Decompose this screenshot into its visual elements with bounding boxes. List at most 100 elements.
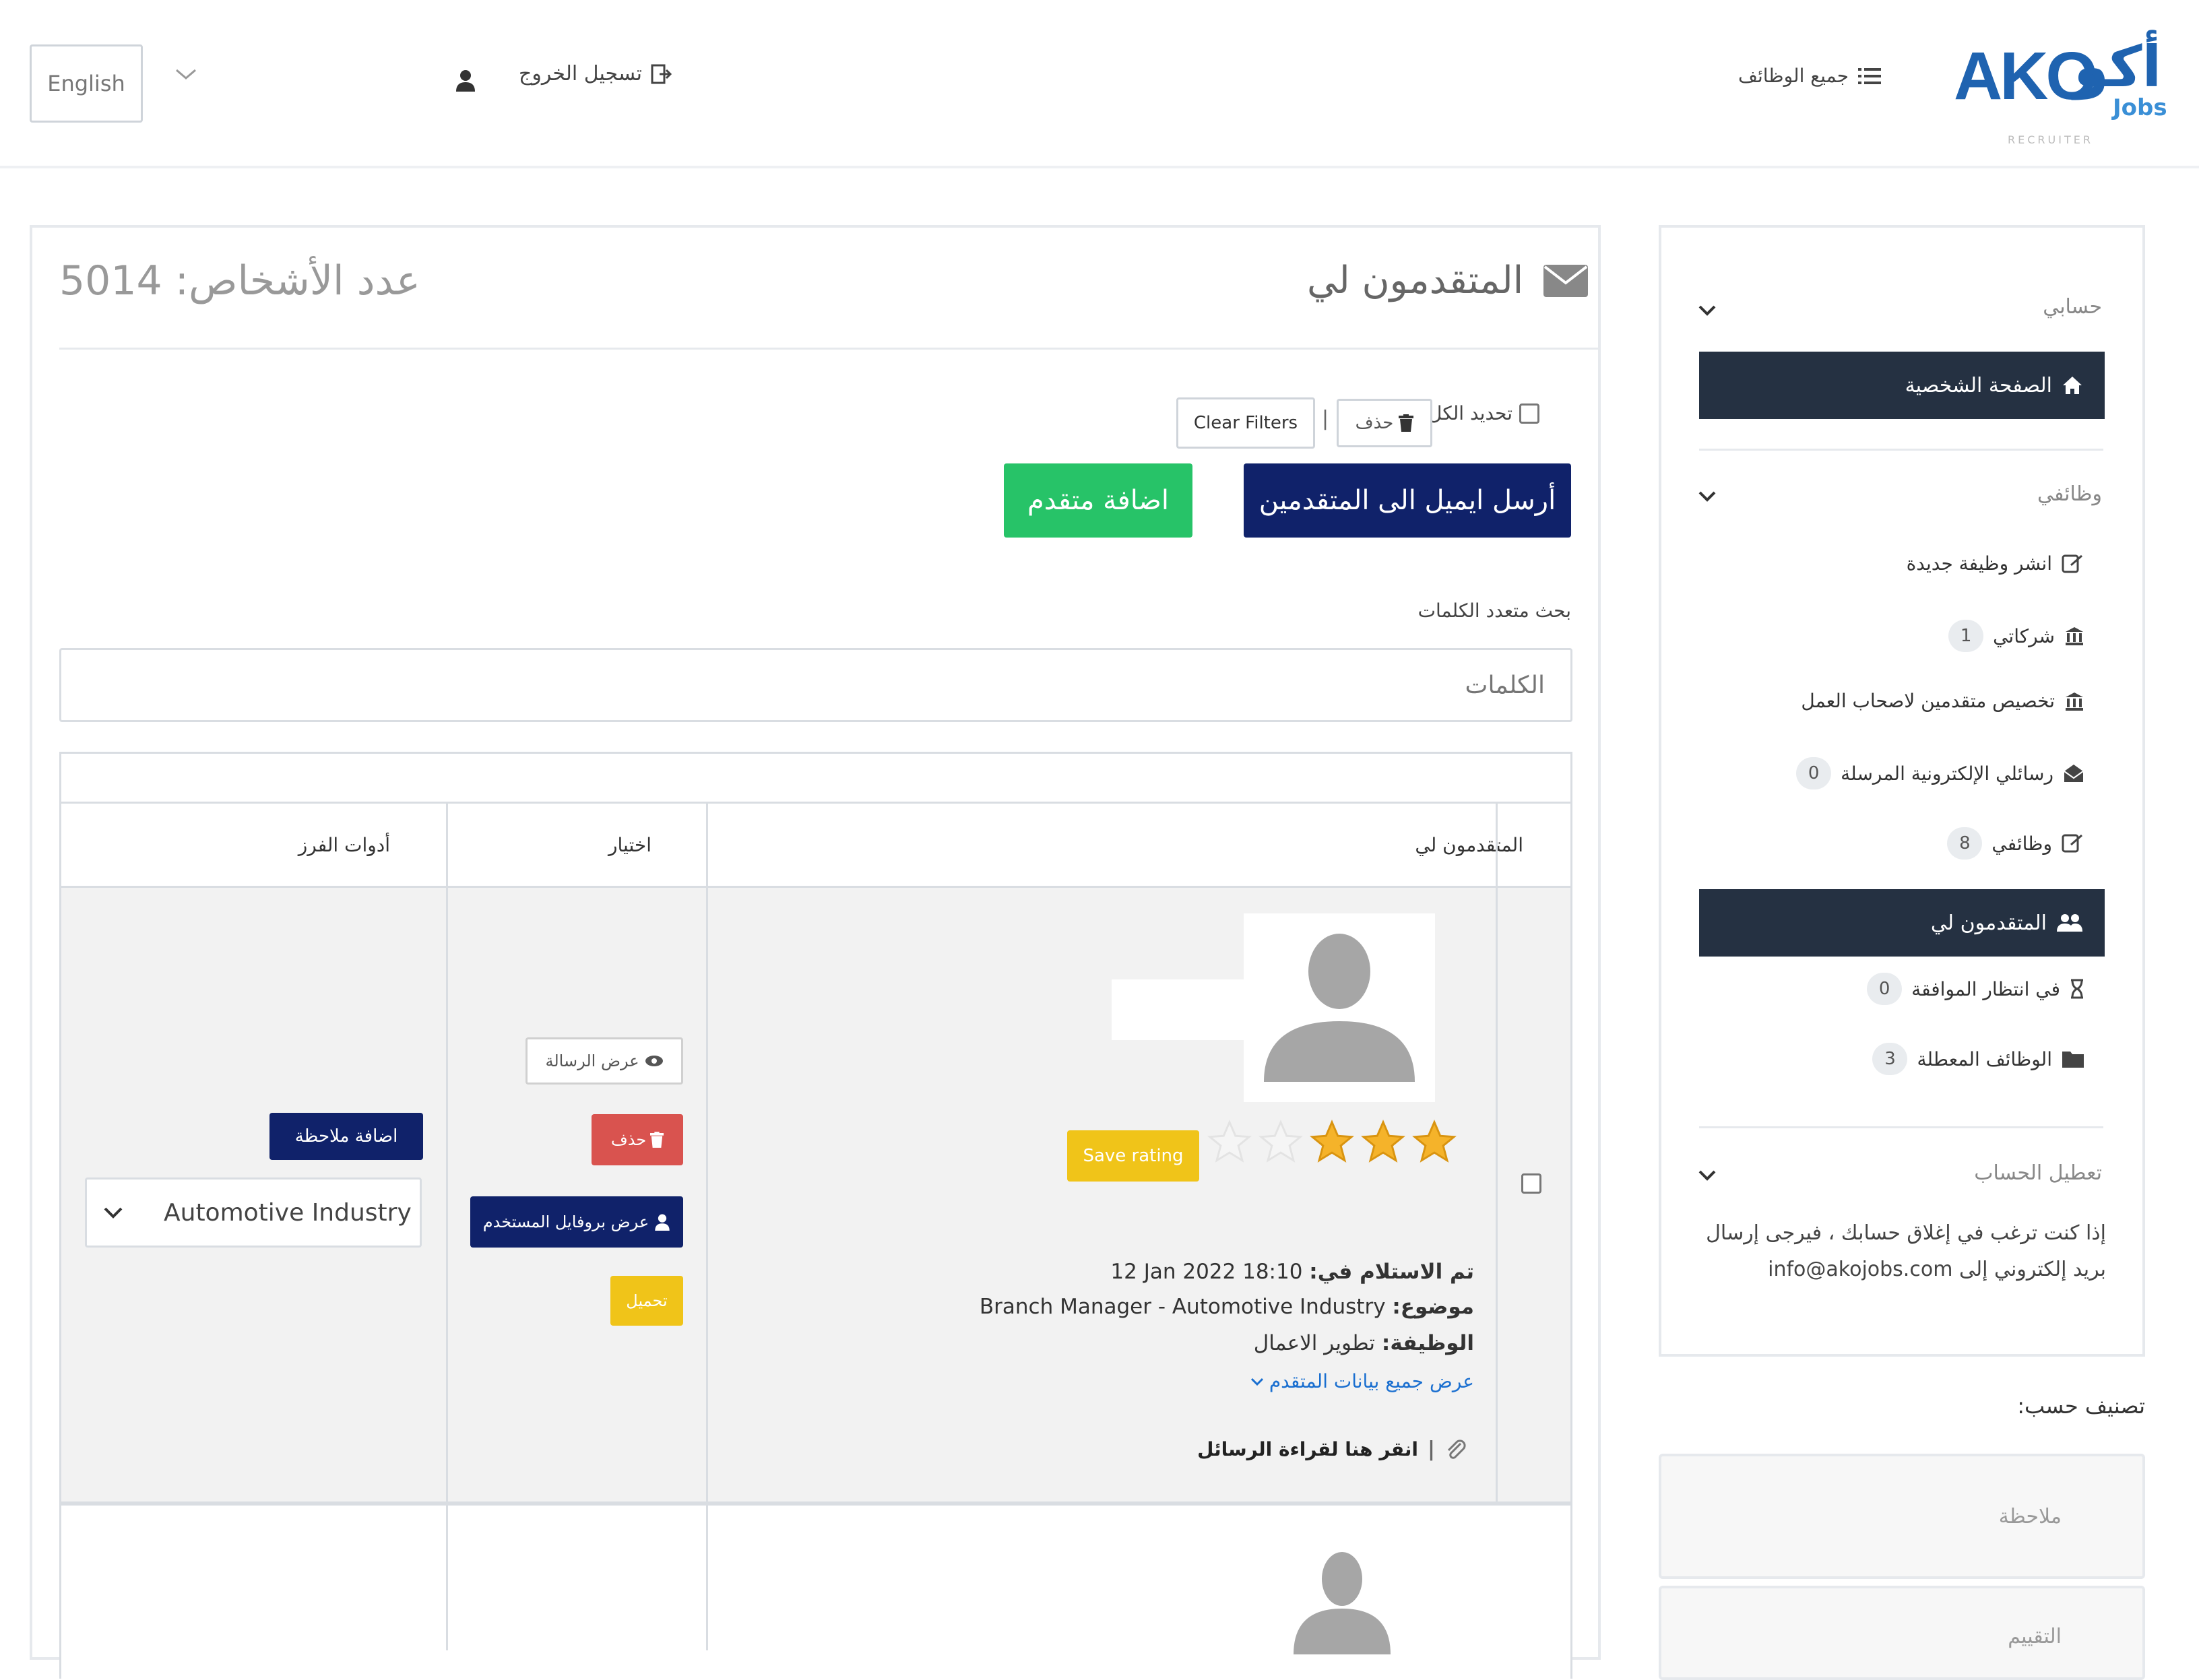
show-all-data-link[interactable]: عرض جميع بيانات المتقدم xyxy=(1250,1370,1474,1392)
hourglass-icon xyxy=(2070,979,2084,999)
read-messages-link[interactable]: | انقر هنا لقراءة الرسائل xyxy=(1197,1437,1467,1461)
logo-tagline: RECRUITER xyxy=(2008,133,2093,146)
header-applicants: المتقدمون لي xyxy=(1415,833,1523,856)
job-value: تطوير الاعمال xyxy=(1253,1331,1376,1355)
chevron-down-icon xyxy=(1250,1377,1264,1386)
chevron-down-icon[interactable] xyxy=(1698,490,1717,503)
sidebar-item-label: وظائفي xyxy=(1991,832,2052,855)
sidebar-section-jobs[interactable]: وظائفي xyxy=(2037,482,2102,506)
user-icon[interactable] xyxy=(455,69,476,92)
sidebar-item-label: انشر وظيفة جديدة xyxy=(1906,552,2052,575)
delete-applicant-label: حذف xyxy=(610,1130,647,1149)
deactivate-line-2: بريد إلكتروني إلى info@akojobs.com xyxy=(1768,1258,2106,1281)
row-checkbox[interactable] xyxy=(1521,1173,1541,1194)
add-applicant-button[interactable]: اضافة متقدم xyxy=(1004,463,1192,538)
avatar[interactable] xyxy=(1244,913,1435,1102)
logout-link[interactable]: تسجيل الخروج xyxy=(519,62,672,86)
add-note-label: اضافة ملاحظة xyxy=(294,1126,398,1146)
sidebar-item-my-jobs[interactable]: وظائفي 8 xyxy=(1947,827,2084,860)
count-badge: 0 xyxy=(1796,757,1832,789)
user-icon xyxy=(654,1213,670,1231)
table-toolbar xyxy=(59,752,1572,803)
all-jobs-link[interactable]: جميع الوظائف xyxy=(1738,65,1882,87)
count-badge: 8 xyxy=(1947,827,1983,860)
star-filled-icon[interactable] xyxy=(1411,1118,1458,1165)
job: الوظيفة: تطوير الاعمال xyxy=(1254,1331,1474,1355)
home-icon xyxy=(2062,375,2083,395)
sort-note-filter[interactable]: ملاحظة xyxy=(1659,1454,2145,1579)
post-job-icon xyxy=(2062,553,2084,575)
sidebar-item-post-job[interactable]: انشر وظيفة جديدة xyxy=(1907,552,2084,575)
industry-select[interactable]: Automotive Industry xyxy=(85,1177,422,1248)
delete-label: حذف xyxy=(1355,413,1394,433)
add-applicant-label: اضافة متقدم xyxy=(1027,485,1170,516)
brand-logo[interactable]: AKO أكو Jobs RECRUITER xyxy=(1954,34,2167,146)
divider xyxy=(1699,1126,2103,1128)
sort-rating-filter[interactable]: التقييم xyxy=(1659,1586,2145,1680)
folder-icon xyxy=(2062,1049,2084,1068)
language-value: English xyxy=(47,71,125,96)
download-button[interactable]: تحميل xyxy=(610,1276,683,1326)
star-empty-icon[interactable] xyxy=(1206,1118,1253,1165)
sidebar-item-label: المتقدمون لي xyxy=(1930,911,2047,935)
chevron-down-icon[interactable] xyxy=(174,66,198,82)
star-filled-icon[interactable] xyxy=(1308,1118,1356,1165)
select-all-label: تحديد الكل xyxy=(1428,402,1513,424)
received-value: 12 Jan 2022 18:10 xyxy=(1110,1260,1303,1284)
sidebar-item-profile[interactable]: الصفحة الشخصية xyxy=(1699,352,2105,419)
applicant-count: عدد الأشخاص: 5014 xyxy=(59,257,420,304)
star-empty-icon[interactable] xyxy=(1257,1118,1304,1165)
view-profile-button[interactable]: عرض بروفايل المستخدم xyxy=(470,1196,683,1248)
sidebar-section-account[interactable]: حسابي xyxy=(2043,295,2102,319)
sidebar-item-applicants[interactable]: المتقدمون لي xyxy=(1699,889,2105,957)
language-select[interactable]: English xyxy=(30,44,143,123)
sidebar-section-deactivate[interactable]: تعطيل الحساب xyxy=(1974,1161,2102,1185)
sidebar-item-sent-emails[interactable]: رسائلي الإلكترونية المرسلة 0 xyxy=(1796,757,2084,789)
view-message-label: عرض الرسالة xyxy=(545,1052,639,1070)
subject-value: Branch Manager - Automotive Industry xyxy=(979,1295,1386,1319)
divider xyxy=(1699,449,2103,451)
deactivate-instructions: إذا كنت ترغب في إغلاق حسابك ، فيرجى إرسا… xyxy=(1688,1215,2106,1288)
logo-arabic: أكو xyxy=(2074,34,2162,100)
clear-filters-label: Clear Filters xyxy=(1193,413,1298,433)
sidebar-item-label: تخصيص متقدمين لاصحاب العمل xyxy=(1801,690,2055,712)
sidebar-item-assign-applicants[interactable]: تخصيص متقدمين لاصحاب العمل xyxy=(1801,690,2084,712)
industry-value: Automotive Industry xyxy=(164,1198,412,1227)
subject-label: موضوع: xyxy=(1392,1295,1474,1319)
eye-icon xyxy=(645,1055,664,1067)
star-filled-icon[interactable] xyxy=(1360,1118,1407,1165)
add-note-button[interactable]: اضافة ملاحظة xyxy=(269,1113,423,1160)
select-all-checkbox[interactable] xyxy=(1519,403,1540,424)
sidebar-item-pending-approval[interactable]: في انتظار الموافقة 0 xyxy=(1867,973,2084,1005)
bulk-delete-button[interactable]: حذف xyxy=(1337,399,1432,447)
read-messages-label: انقر هنا لقراءة الرسائل xyxy=(1197,1438,1419,1460)
count-badge: 1 xyxy=(1948,620,1984,652)
list-icon xyxy=(1858,67,1882,86)
pipe-separator: | xyxy=(1322,407,1329,430)
keywords-search-input[interactable] xyxy=(59,648,1572,722)
delete-applicant-button[interactable]: حذف xyxy=(592,1114,683,1165)
sidebar-item-companies[interactable]: شركاتي 1 xyxy=(1948,620,2084,652)
rating-stars[interactable] xyxy=(1206,1118,1458,1165)
applicant-name-placeholder xyxy=(1112,979,1244,1040)
clear-filters-button[interactable]: Clear Filters xyxy=(1176,397,1315,449)
sidebar-item-label: رسائلي الإلكترونية المرسلة xyxy=(1841,762,2053,785)
subject: موضوع: Branch Manager - Automotive Indus… xyxy=(980,1295,1474,1319)
jobs-icon xyxy=(2062,833,2084,854)
chevron-down-icon xyxy=(103,1206,123,1219)
job-label: الوظيفة: xyxy=(1381,1331,1474,1355)
sidebar-item-label: شركاتي xyxy=(1993,624,2055,647)
avatar[interactable] xyxy=(1294,1547,1391,1654)
chevron-down-icon[interactable] xyxy=(1698,1169,1717,1182)
users-icon xyxy=(2056,913,2083,933)
chevron-down-icon[interactable] xyxy=(1698,304,1717,317)
pipe-separator: | xyxy=(1428,1437,1435,1461)
save-rating-button[interactable]: Save rating xyxy=(1067,1130,1199,1182)
view-profile-label: عرض بروفايل المستخدم xyxy=(482,1213,649,1231)
sort-by-label: تصنيف حسب: xyxy=(2017,1393,2145,1419)
sidebar-item-disabled-jobs[interactable]: الوظائف المعطلة 3 xyxy=(1872,1043,2084,1075)
save-rating-label: Save rating xyxy=(1083,1146,1184,1166)
send-email-button[interactable]: أرسل ايميل الى المتقدمين xyxy=(1244,463,1571,538)
select-all[interactable]: | تحديد الكل xyxy=(1415,401,1540,425)
view-message-button[interactable]: عرض الرسالة xyxy=(525,1037,683,1085)
